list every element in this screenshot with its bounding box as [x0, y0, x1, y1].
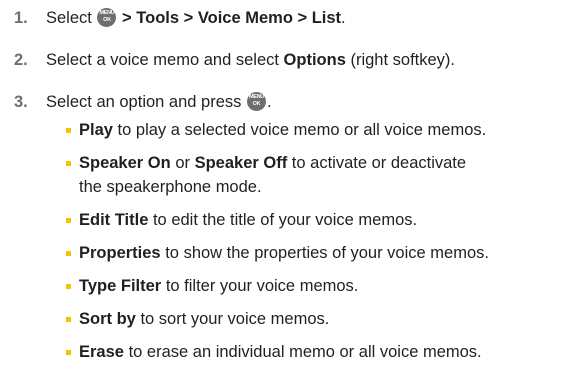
bullet-square-icon	[66, 317, 71, 322]
step-number: 3.	[14, 93, 28, 111]
option-desc: to sort your voice memos.	[140, 310, 330, 328]
option-desc: to edit the title of your voice memos.	[152, 211, 418, 229]
option-term: Speaker On	[79, 154, 171, 172]
step-text-post: (right softkey).	[350, 51, 455, 69]
step-number: 2.	[14, 51, 28, 69]
option-mid: or	[175, 154, 190, 172]
option-desc: to erase an individual memo or all voice…	[128, 343, 482, 361]
option-term: Play	[79, 121, 113, 139]
bullet-square-icon	[66, 251, 71, 256]
options-keyword: Options	[283, 51, 346, 69]
step-text-pre: Select a voice memo and select	[46, 51, 279, 69]
option-desc: to play a selected voice memo or all voi…	[117, 121, 487, 139]
step-text: Select a voice memo and select Options (…	[46, 47, 455, 73]
bullet-square-icon	[66, 284, 71, 289]
step-text: Select MENU OK > Tools > Voice Memo > Lis…	[46, 5, 346, 31]
option-desc: to show the properties of your voice mem…	[165, 244, 489, 262]
step-text-end: .	[341, 9, 346, 27]
option-term: Sort by	[79, 310, 136, 328]
option-term: Erase	[79, 343, 124, 361]
option-term-2: Speaker Off	[194, 154, 288, 172]
bullet-square-icon	[66, 161, 71, 166]
menu-ok-key-icon: MENU OK	[97, 8, 117, 27]
instructions-document: 1. Select MENU OK > Tools > Voice Memo > …	[0, 0, 584, 370]
step-text-pre: Select an option and press	[46, 93, 242, 111]
option-term: Edit Title	[79, 211, 149, 229]
bullet-square-icon	[66, 128, 71, 133]
option-desc-continued: the speakerphone mode.	[79, 178, 262, 196]
menu-path: > Tools > Voice Memo > List	[122, 9, 342, 27]
option-desc: to activate or deactivate	[291, 154, 467, 172]
bullet-square-icon	[66, 350, 71, 355]
step-text-end: .	[266, 93, 272, 111]
step-text-pre: Select	[46, 9, 92, 27]
option-term: Type Filter	[79, 277, 162, 295]
step-number: 1.	[14, 9, 28, 27]
option-desc: to filter your voice memos.	[165, 277, 359, 295]
option-term: Properties	[79, 244, 161, 262]
menu-ok-key-icon: MENU OK	[246, 92, 266, 111]
bullet-square-icon	[66, 218, 71, 223]
step-text: Select an option and press MENU OK.	[46, 89, 272, 115]
